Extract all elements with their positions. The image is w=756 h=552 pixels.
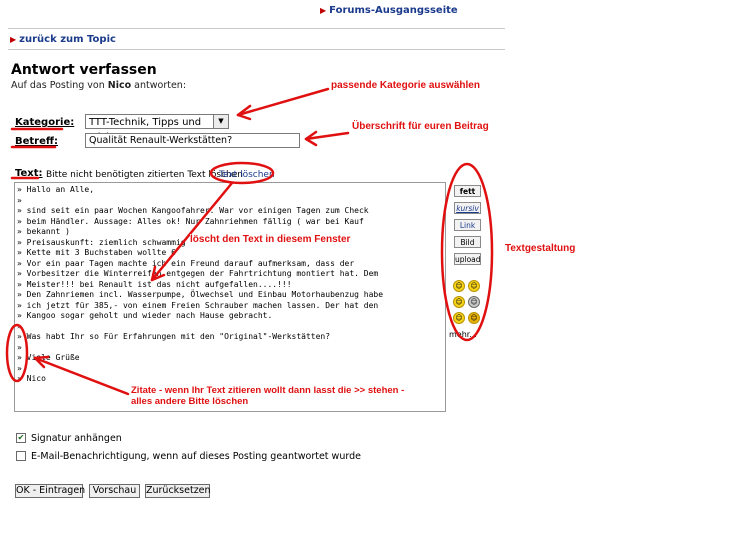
annotation-quote-hint: Zitate - wenn Ihr Text zitieren wollt da… [131, 385, 405, 407]
annotation-arrow [236, 87, 330, 117]
annotation-category-hint: passende Kategorie auswählen [331, 80, 480, 91]
annotation-subject-hint: Überschrift für euren Beitrag [352, 121, 489, 132]
annotation-ellipse [209, 161, 275, 185]
annotation-ellipse [5, 323, 29, 383]
annotation-arrow [150, 181, 234, 282]
annotation-format-hint: Textgestaltung [505, 243, 576, 254]
annotation-delete-hint: löscht den Text in diesem Fenster [190, 234, 351, 245]
annotation-arrow [33, 356, 130, 396]
annotation-ellipse [440, 162, 494, 342]
